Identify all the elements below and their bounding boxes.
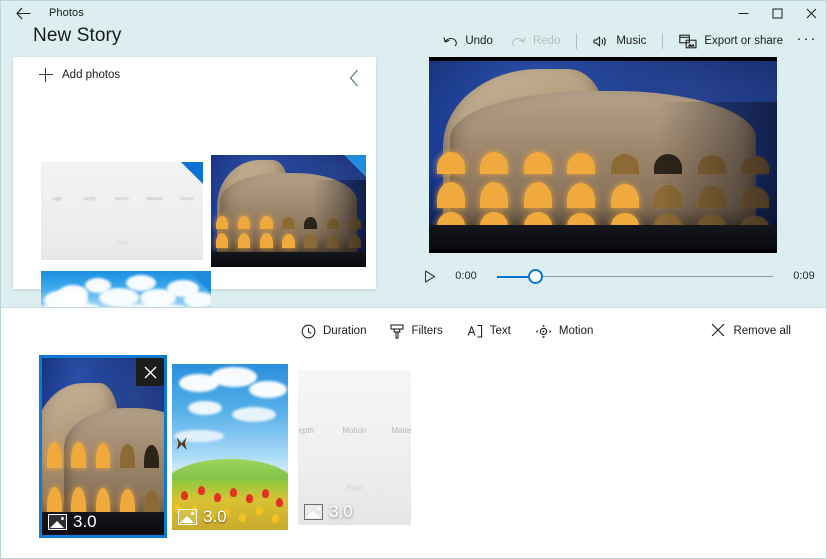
ellipsis-icon[interactable]: ··· (792, 27, 822, 55)
library-thumb-colosseum[interactable] (211, 155, 366, 267)
scrubber-slider[interactable] (497, 265, 773, 287)
play-icon[interactable] (419, 265, 441, 287)
duration-value: 3.0 (329, 502, 353, 521)
close-x-icon (711, 323, 725, 340)
selected-corner-marker (181, 162, 203, 184)
maximize-icon[interactable] (760, 1, 794, 25)
app-name-label: Photos (49, 7, 84, 19)
storyboard-cards: 3.0 3.0 epth Motion Mate Paint 3.0 (1, 352, 826, 552)
library-header: Add photos (13, 57, 376, 99)
card-duration: 3.0 (48, 513, 97, 530)
chevron-left-icon[interactable] (342, 66, 366, 90)
edit-toolbar: Duration Filters Text Motion Remove all (1, 314, 826, 348)
redo-icon (511, 35, 526, 48)
duration-value: 3.0 (73, 512, 97, 531)
undo-button[interactable]: Undo (434, 27, 502, 55)
icon-light: Light (52, 196, 63, 201)
remove-card-button[interactable] (136, 358, 164, 386)
brush-icon (390, 323, 404, 339)
card-art (172, 364, 288, 530)
motion-icon (535, 324, 552, 339)
icon-motion: Motion (115, 196, 129, 201)
icon-material: Material (391, 425, 411, 435)
card-art: Depth Motion Material Paint (298, 370, 411, 525)
music-label: Music (616, 35, 647, 47)
photo-icon (178, 508, 197, 525)
toolbar-divider-2 (662, 33, 664, 49)
duration-label: Duration (323, 325, 367, 337)
total-time-label: 0:09 (793, 270, 815, 282)
photo-library-panel: Add photos Light Depth Motion Material S… (13, 57, 376, 313)
text-label: Text (489, 325, 511, 337)
thumb-sub-label: Paint (116, 240, 128, 245)
redo-button: Redo (502, 27, 570, 55)
storyboard-card-tulip-field[interactable]: 3.0 (172, 364, 288, 530)
storyboard-panel: Duration Filters Text Motion Remove all … (1, 307, 826, 558)
add-photos-button[interactable]: Add photos (39, 68, 120, 82)
duration-button[interactable]: Duration (292, 316, 375, 346)
text-button[interactable]: Text (458, 316, 520, 346)
storyboard-card-3d-icons[interactable]: Depth Motion Material Paint (298, 370, 411, 525)
remove-all-button[interactable]: Remove all (711, 316, 791, 346)
duration-value: 3.0 (203, 507, 227, 526)
speaker-icon (593, 35, 609, 48)
video-preview[interactable] (429, 57, 777, 253)
library-thumb-3d-icons[interactable]: Light Depth Motion Material Scene Paint (41, 162, 203, 260)
library-thumbnails: Light Depth Motion Material Scene Paint (13, 99, 376, 313)
export-share-icon (679, 34, 697, 49)
back-arrow-icon[interactable] (1, 1, 45, 25)
text-icon (467, 324, 483, 339)
icon-motion: Motion (329, 426, 380, 435)
playback-controls: 0:00 0:09 (419, 263, 819, 289)
title-bar: Photos (1, 1, 826, 25)
photo-icon (48, 513, 67, 530)
card-duration: 3.0 (304, 503, 353, 520)
photo-icon (304, 503, 323, 520)
icon-scene: Scene (180, 196, 194, 201)
clock-icon (301, 324, 316, 339)
card-sub-label: Paint (346, 484, 363, 492)
selected-corner-marker (344, 155, 366, 177)
card-duration: 3.0 (178, 508, 227, 525)
icon-depth: Depth (83, 196, 96, 201)
photos-app-window: Photos New Story Undo Redo Music Export … (0, 0, 827, 559)
edit-toolbar-items: Duration Filters Text Motion (292, 314, 602, 348)
icon-depth: Depth (298, 425, 314, 435)
minimize-icon[interactable] (726, 1, 760, 25)
undo-label: Undo (465, 35, 493, 47)
card-icon-row: Depth Motion Material (298, 426, 411, 466)
music-button[interactable]: Music (584, 27, 655, 55)
header-row: New Story Undo Redo Music Export or shar… (1, 25, 826, 57)
selected-corner-marker (189, 271, 211, 293)
storyboard-card-colosseum[interactable]: 3.0 (39, 355, 167, 538)
current-time-label: 0:00 (455, 270, 477, 282)
thumb-icon-row: Light Depth Motion Material Scene (41, 196, 203, 232)
close-icon[interactable] (794, 1, 826, 25)
thumb-art (211, 155, 366, 267)
export-share-label: Export or share (704, 35, 783, 47)
redo-label: Redo (532, 35, 561, 47)
add-photos-label: Add photos (62, 69, 121, 81)
main-toolbar: Undo Redo Music Export or share ··· (434, 27, 822, 55)
filters-button[interactable]: Filters (381, 316, 451, 346)
motion-label: Motion (558, 325, 594, 337)
icon-material: Material (146, 196, 163, 201)
card-visible-label: Motion (342, 425, 367, 435)
window-controls (726, 1, 826, 25)
preview-image-colosseum (429, 61, 777, 249)
export-or-share-button[interactable]: Export or share (670, 27, 792, 55)
motion-button[interactable]: Motion (526, 316, 603, 346)
plus-icon (39, 68, 53, 82)
page-title: New Story (33, 25, 122, 46)
toolbar-divider-1 (576, 33, 578, 49)
remove-all-label: Remove all (733, 325, 791, 337)
filters-label: Filters (411, 325, 443, 337)
undo-icon (443, 35, 458, 48)
scrubber-thumb[interactable] (528, 269, 544, 284)
